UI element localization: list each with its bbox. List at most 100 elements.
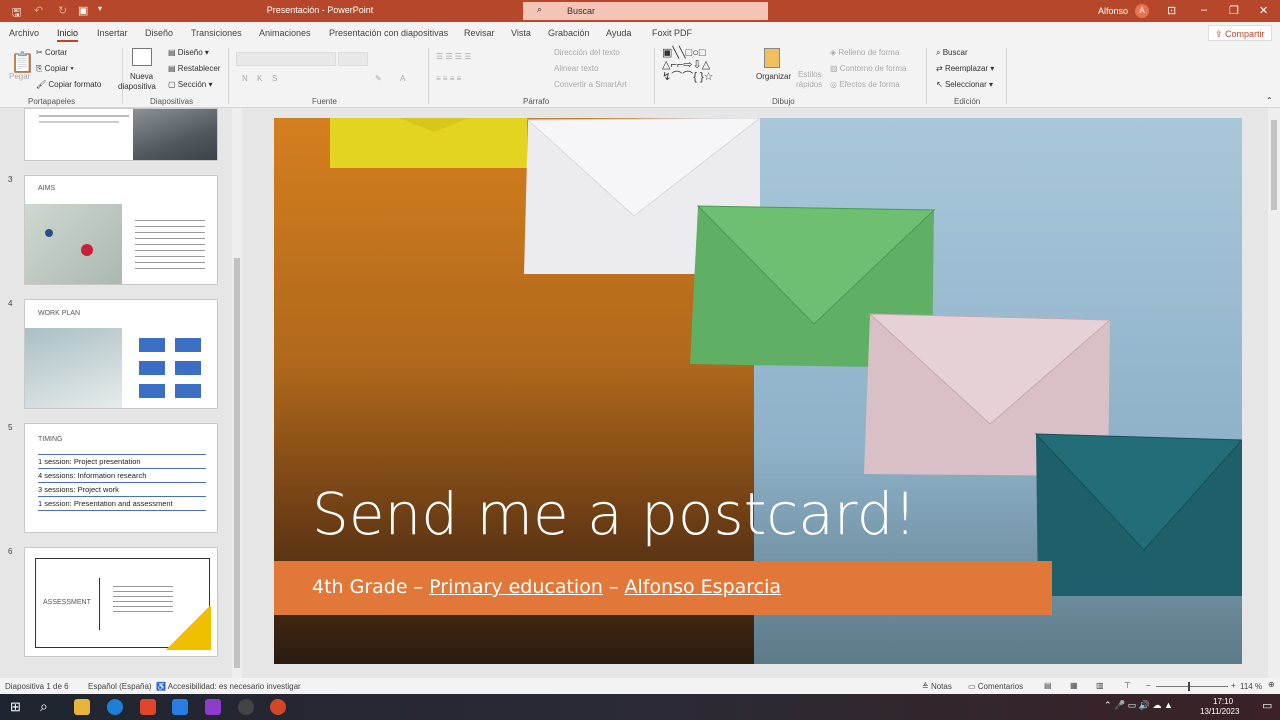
edge-icon[interactable] xyxy=(107,699,123,715)
new-slide-label-2[interactable]: diapositiva xyxy=(118,82,156,91)
tab-transiciones[interactable]: Transiciones xyxy=(191,28,242,38)
slide-sorter-icon[interactable]: ▦ xyxy=(1070,681,1078,690)
obs-icon[interactable] xyxy=(238,699,254,715)
fit-slide-icon[interactable]: ⊕ xyxy=(1268,680,1275,689)
thumbnail-slide-3[interactable]: AIMS xyxy=(24,175,218,285)
reset-button[interactable]: ▤ Restablecer xyxy=(168,64,220,73)
group-dibujo: Dibujo xyxy=(772,97,795,106)
thumbnail-title: AIMS xyxy=(38,185,56,192)
zoom-in-button[interactable]: + xyxy=(1231,681,1236,690)
smartart-button[interactable]: Convertir a SmartArt xyxy=(554,80,627,89)
thumbnail-slide-6[interactable]: ASSESSMENT xyxy=(24,547,218,657)
powerpoint-icon[interactable] xyxy=(270,699,286,715)
language[interactable]: Español (España) xyxy=(88,682,152,691)
user-name[interactable]: Alfonso xyxy=(1098,6,1128,16)
bullets-icon[interactable]: ☰ ☰ ☰ ☰ xyxy=(436,52,471,61)
slideshow-icon[interactable]: ⊤ xyxy=(1124,681,1131,690)
paste-label[interactable]: Pegar xyxy=(9,72,30,81)
slide-title[interactable]: Send me a postcard! xyxy=(312,480,917,548)
font-color-icon[interactable]: A xyxy=(400,74,405,83)
scrollbar-thumb[interactable] xyxy=(1271,120,1277,210)
tab-ayuda[interactable]: Ayuda xyxy=(606,28,631,38)
slide-canvas[interactable]: Send me a postcard! 4th Grade – Primary … xyxy=(274,118,1242,664)
clock-time[interactable]: 17:10 xyxy=(1213,697,1233,706)
thumbnail-slide-5[interactable]: TIMING 1 session: Project presentation 4… xyxy=(24,423,218,533)
tab-vista[interactable]: Vista xyxy=(511,28,531,38)
status-bar: Diapositiva 1 de 6 Español (España) ♿ Ac… xyxy=(0,678,1280,694)
normal-view-icon[interactable]: ▤ xyxy=(1044,681,1052,690)
search-icon[interactable]: ⌕ xyxy=(40,698,48,715)
comments-button[interactable]: ▭ Comentarios xyxy=(968,682,1023,691)
start-icon[interactable]: ⊞ xyxy=(10,699,21,715)
share-button[interactable]: ⇪ Compartir xyxy=(1208,25,1272,41)
font-name-select[interactable] xyxy=(236,52,336,66)
font-size-select[interactable] xyxy=(338,52,368,66)
tab-animaciones[interactable]: Animaciones xyxy=(259,28,311,38)
tab-insertar[interactable]: Insertar xyxy=(97,28,128,38)
scrollbar-thumb[interactable] xyxy=(234,258,240,668)
minimize-button[interactable]: – xyxy=(1201,4,1207,16)
clock-date[interactable]: 13/11/2023 xyxy=(1200,707,1239,716)
format-painter-button[interactable]: 🖌 Copiar formato xyxy=(36,80,101,89)
search-icon: ⌕ xyxy=(537,4,543,14)
reading-view-icon[interactable]: ▥ xyxy=(1096,681,1104,690)
highlight-icon[interactable]: ✎ xyxy=(375,74,382,83)
subtitle-link-primary-education[interactable]: Primary education xyxy=(429,576,603,598)
app-icon[interactable] xyxy=(205,699,221,715)
new-slide-icon[interactable] xyxy=(132,48,152,66)
shape-fill-button[interactable]: ◈ Relleno de forma xyxy=(830,48,899,57)
brave-icon[interactable] xyxy=(140,699,156,715)
shape-outline-label: Contorno de forma xyxy=(839,64,907,73)
tab-archivo[interactable]: Archivo xyxy=(9,28,39,38)
arrange-label[interactable]: Organizar xyxy=(756,72,791,81)
tab-presentacion[interactable]: Presentación con diapositivas xyxy=(329,28,448,38)
tab-diseno[interactable]: Diseño xyxy=(145,28,173,38)
align-text-button[interactable]: Alinear texto xyxy=(554,64,598,73)
file-explorer-icon[interactable] xyxy=(74,699,90,715)
copy-button[interactable]: ⎘ Copiar ▾ xyxy=(36,64,74,74)
slide-subtitle[interactable]: 4th Grade – Primary education – Alfonso … xyxy=(312,576,781,598)
layout-button[interactable]: ▤ Diseño ▾ xyxy=(168,48,209,57)
slide-scrollbar[interactable] xyxy=(1268,108,1280,678)
new-slide-label[interactable]: Nueva xyxy=(130,72,153,81)
search-box[interactable]: ⌕ Buscar xyxy=(523,2,768,20)
arrange-icon[interactable] xyxy=(764,48,780,68)
select-button[interactable]: ↖ Seleccionar ▾ xyxy=(936,80,993,89)
zoom-slider[interactable] xyxy=(1156,682,1228,691)
shape-effects-button[interactable]: ◎ Efectos de forma xyxy=(830,80,900,89)
accessibility-status[interactable]: ♿ Accesibilidad: es necesario investigar xyxy=(156,682,301,691)
notifications-icon[interactable]: ▭ xyxy=(1262,699,1272,712)
quick-styles-label-2[interactable]: rápidos xyxy=(796,80,822,89)
notes-button[interactable]: ≜ Notas xyxy=(922,682,952,691)
shapes-gallery[interactable]: ▣╲╲□○□ △⌐⌐⇨⇩△ ↯⌒⌒{ }☆ xyxy=(662,47,750,83)
section-button[interactable]: ▢ Sección ▾ xyxy=(168,80,213,89)
tab-foxit[interactable]: Foxit PDF xyxy=(652,28,692,38)
subtitle-link-author[interactable]: Alfonso Esparcia xyxy=(624,576,781,598)
close-button[interactable]: ✕ xyxy=(1259,4,1268,17)
align-icon[interactable]: ≡ ≡ ≡ ≡ xyxy=(436,74,461,83)
tab-grabacion[interactable]: Grabación xyxy=(548,28,590,38)
thumbnail-slide-4[interactable]: WORK PLAN xyxy=(24,299,218,409)
collapse-ribbon-icon[interactable]: ⌃ xyxy=(1266,96,1273,105)
underline-button[interactable]: S xyxy=(272,74,277,83)
avatar[interactable]: A xyxy=(1135,4,1149,18)
tab-inicio[interactable]: Inicio xyxy=(57,28,79,42)
cut-button[interactable]: ✂ Cortar xyxy=(36,48,67,57)
zoom-level[interactable]: 114 % xyxy=(1240,682,1262,691)
thumbnail-slide-2[interactable] xyxy=(24,108,218,161)
shape-outline-button[interactable]: ▨ Contorno de forma xyxy=(830,64,906,73)
quick-styles-label[interactable]: Estilos xyxy=(798,70,822,79)
text-direction-button[interactable]: Dirección del texto xyxy=(554,48,620,57)
thumbnail-scrollbar[interactable] xyxy=(232,108,242,678)
tray-icons[interactable]: ⌃ 🎤 ▭ 🔊 ☁ ▲ xyxy=(1104,700,1173,711)
replace-button[interactable]: ⇄ Reemplazar ▾ xyxy=(936,64,994,73)
tab-revisar[interactable]: Revisar xyxy=(464,28,495,38)
notes-app-icon[interactable] xyxy=(172,699,188,715)
find-button[interactable]: ⌕ Buscar xyxy=(936,48,968,58)
zoom-slider-thumb[interactable] xyxy=(1188,682,1190,691)
ribbon-display-icon[interactable]: ⊡ xyxy=(1167,4,1176,17)
restore-button[interactable]: ❐ xyxy=(1229,4,1239,17)
zoom-out-button[interactable]: − xyxy=(1146,681,1151,690)
bold-button[interactable]: N xyxy=(242,74,248,83)
italic-button[interactable]: K xyxy=(257,74,262,83)
